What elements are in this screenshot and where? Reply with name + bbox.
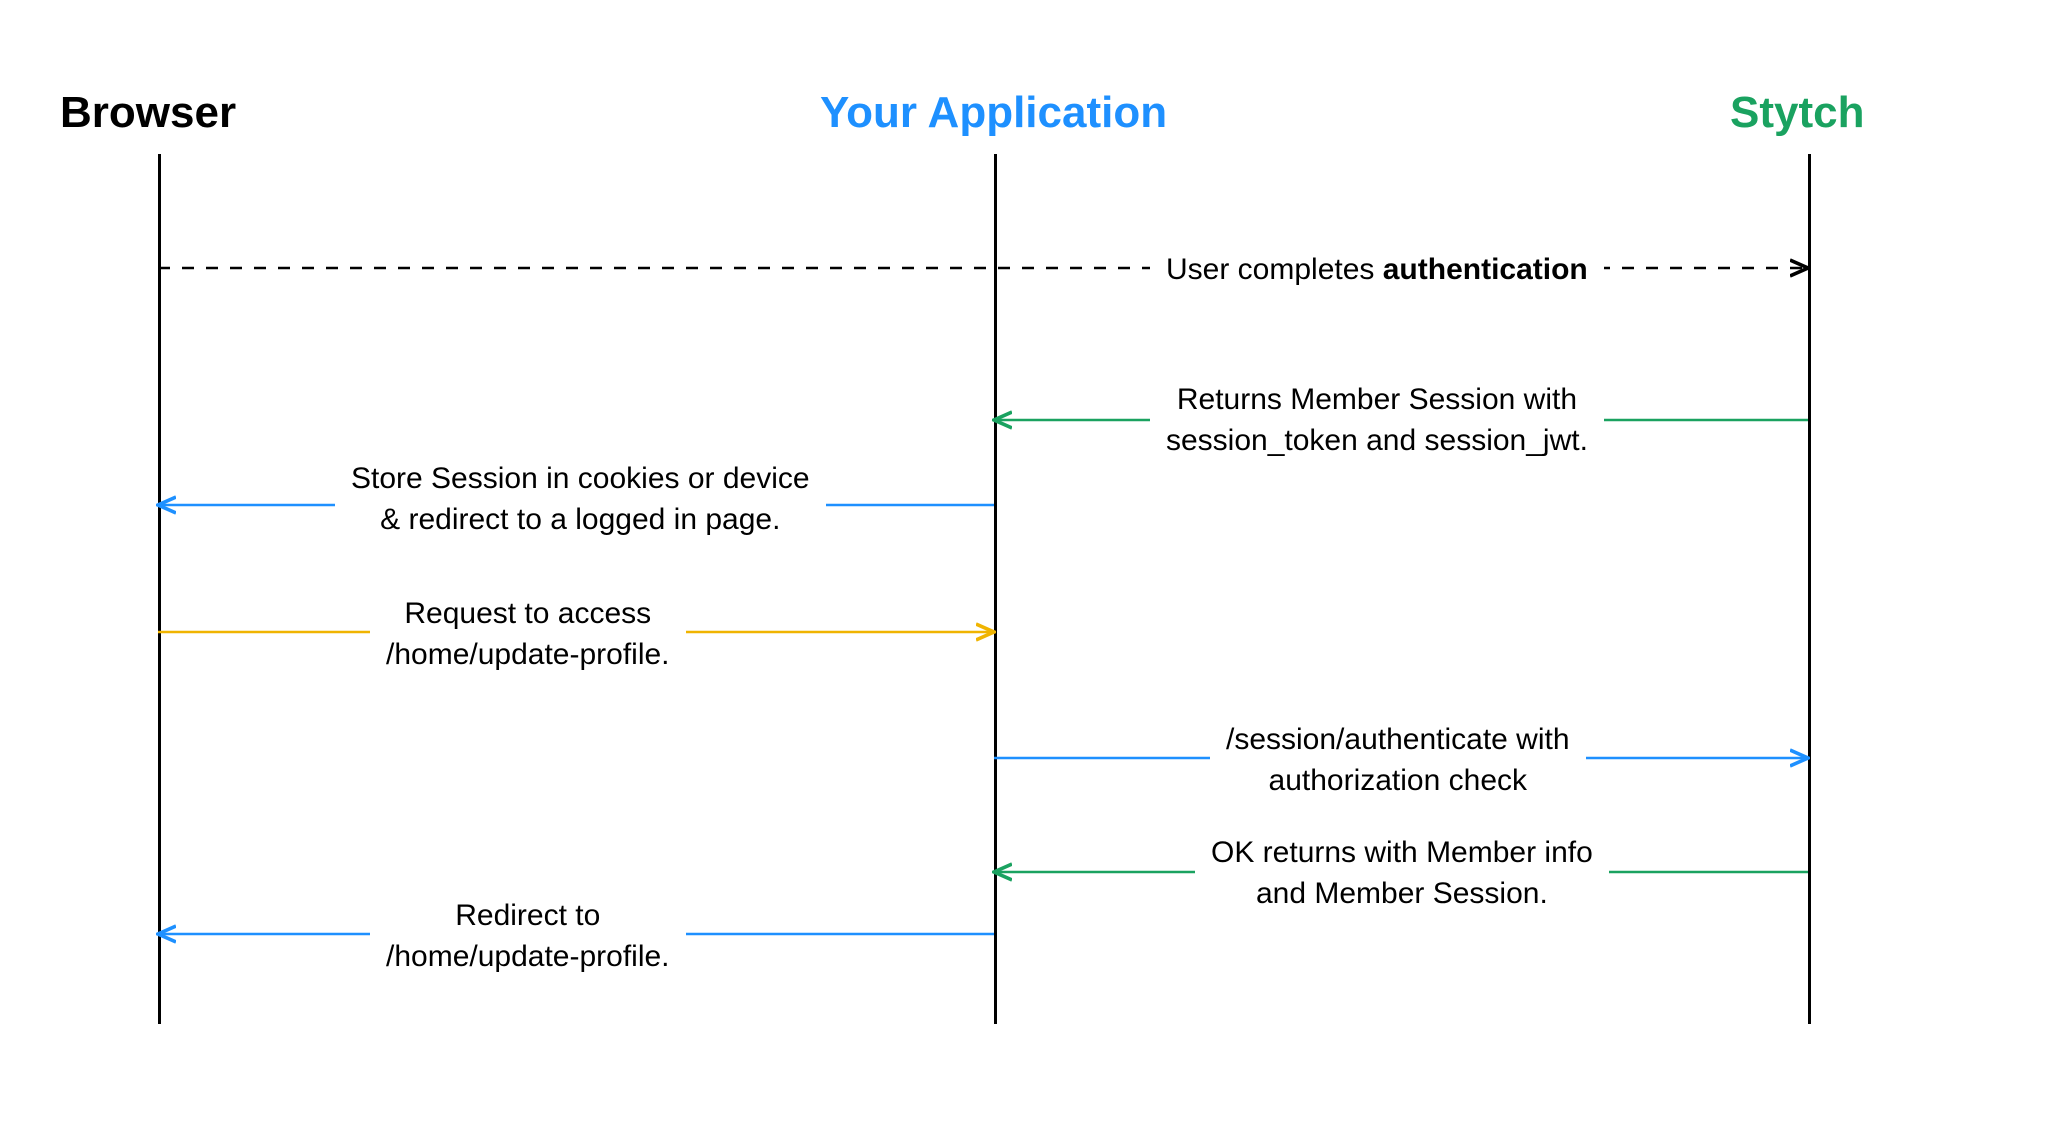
msg-returns-member-session: Returns Member Session with session_toke… xyxy=(1150,380,1604,461)
msg-request-update-profile: Request to access /home/update-profile. xyxy=(370,594,686,675)
arrows-layer xyxy=(0,0,2048,1145)
msg-authentication: User completes authentication xyxy=(1150,250,1604,291)
msg-authentication-bold: authentication xyxy=(1383,253,1588,286)
msg-returns-member-session-line1: Returns Member Session with xyxy=(1177,383,1577,416)
msg-store-session-line2: & redirect to a logged in page. xyxy=(380,503,780,536)
participant-stytch: Stytch xyxy=(1730,88,1864,138)
msg-request-update-profile-line1: Request to access xyxy=(404,597,651,630)
participant-app-label: Your Application xyxy=(820,88,1167,137)
lifeline-browser xyxy=(158,154,161,1024)
lifeline-app xyxy=(994,154,997,1024)
lifeline-stytch xyxy=(1808,154,1811,1024)
msg-session-authenticate-line1: /session/authenticate with xyxy=(1226,723,1570,756)
msg-session-authenticate-line2: authorization check xyxy=(1269,764,1528,797)
msg-returns-member-session-line2: session_token and session_jwt. xyxy=(1166,424,1588,457)
msg-store-session-line1: Store Session in cookies or device xyxy=(351,462,810,495)
participant-browser: Browser xyxy=(60,88,236,138)
msg-request-update-profile-line2: /home/update-profile. xyxy=(386,638,670,671)
participant-stytch-label: Stytch xyxy=(1730,88,1864,137)
msg-store-session: Store Session in cookies or device & red… xyxy=(335,459,826,540)
msg-session-authenticate: /session/authenticate with authorization… xyxy=(1210,720,1586,801)
msg-ok-returns-line2: and Member Session. xyxy=(1256,877,1548,910)
participant-browser-label: Browser xyxy=(60,88,236,137)
sequence-diagram: Browser Your Application Stytch User xyxy=(0,0,2048,1145)
msg-authentication-prefix: User completes xyxy=(1166,253,1383,286)
msg-redirect: Redirect to /home/update-profile. xyxy=(370,896,686,977)
msg-ok-returns: OK returns with Member info and Member S… xyxy=(1195,833,1609,914)
msg-redirect-line1: Redirect to xyxy=(455,899,600,932)
participant-app: Your Application xyxy=(820,88,1167,138)
msg-ok-returns-line1: OK returns with Member info xyxy=(1211,836,1593,869)
msg-redirect-line2: /home/update-profile. xyxy=(386,940,670,973)
